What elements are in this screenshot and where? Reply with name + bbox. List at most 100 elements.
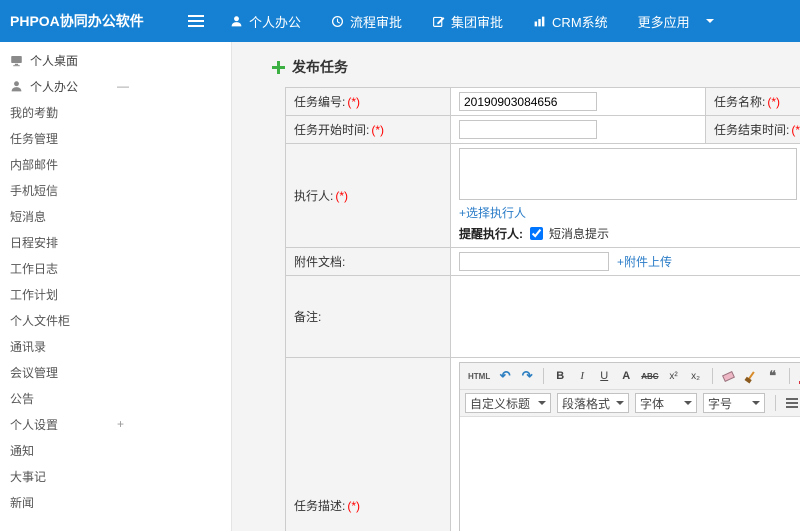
html-source-button[interactable]: HTML [465, 366, 493, 386]
subscript-button[interactable]: x₂ [686, 366, 706, 386]
sidebar-item-personal-office[interactable]: 个人办公 — [0, 73, 231, 99]
nav-group-approval[interactable]: 集团审批 [432, 12, 503, 31]
end-time-label: 任务结束时间: [714, 123, 790, 137]
sidebar-item-meeting-management[interactable]: 会议管理 [0, 359, 231, 385]
sidebar-item-announcement[interactable]: 公告 [0, 385, 231, 411]
choose-executor-link[interactable]: +选择执行人 [459, 204, 526, 221]
required-mark: (*) [347, 498, 361, 513]
sidebar-item-contacts[interactable]: 通讯录 [0, 333, 231, 359]
strikethrough-button[interactable]: ABC [638, 366, 661, 386]
sidebar: 个人桌面 个人办公 — 我的考勤 任务管理 内部邮件 手机短信 短消息 日程安排… [0, 42, 232, 531]
sidebar-item-news[interactable]: 新闻 [0, 489, 231, 515]
paragraph-format-select[interactable]: 段落格式 [557, 393, 629, 413]
font-family-select[interactable]: 字体 [635, 393, 697, 413]
editor-toolbar-row-2: 自定义标题 段落格式 字体 字号 [460, 390, 800, 417]
bold-button[interactable]: B [550, 366, 570, 386]
chevron-down-icon [684, 401, 692, 409]
description-label: 任务描述: [294, 498, 346, 513]
blockquote-button[interactable]: ❝ [763, 366, 783, 386]
sidebar-item-work-log[interactable]: 工作日志 [0, 255, 231, 281]
nav-personal-office[interactable]: 个人办公 [230, 12, 301, 31]
page-title: 发布任务 [292, 59, 348, 75]
toolbar-separator [711, 368, 713, 384]
sidebar-item-work-plan[interactable]: 工作计划 [0, 281, 231, 307]
menu-toggle-button[interactable] [178, 12, 214, 30]
collapse-toggle-icon[interactable]: — [117, 79, 129, 93]
required-mark: (*) [371, 123, 385, 137]
remind-executor-label: 提醒执行人: [459, 227, 523, 241]
remark-label: 备注: [294, 310, 322, 324]
sidebar-item-label: 工作计划 [10, 287, 59, 302]
sidebar-item-label: 内部邮件 [10, 157, 59, 172]
sidebar-item-notification[interactable]: 通知 [0, 437, 231, 463]
nav-process-approval[interactable]: 流程审批 [331, 12, 402, 31]
required-mark: (*) [767, 95, 781, 109]
redo-button[interactable]: ↷ [517, 366, 537, 386]
sidebar-item-label: 个人办公 [30, 79, 79, 94]
nav-label: 流程审批 [350, 14, 403, 30]
sidebar-item-personal-desktop[interactable]: 个人桌面 [0, 47, 231, 73]
italic-button[interactable]: I [572, 366, 592, 386]
sidebar-item-label: 会议管理 [10, 365, 59, 380]
page-header: 发布任务 [232, 42, 800, 87]
font-color-button[interactable]: A [796, 366, 800, 386]
attachment-label: 附件文档: [294, 255, 346, 269]
sidebar-item-personal-settings[interactable]: 个人设置 + [0, 411, 231, 437]
task-no-input[interactable] [459, 92, 597, 111]
executor-textarea[interactable] [459, 148, 797, 200]
sms-tip-checkbox[interactable] [530, 227, 543, 240]
font-family-value: 字体 [640, 396, 665, 411]
hamburger-icon [188, 15, 204, 27]
nav-crm-system[interactable]: CRM系统 [533, 12, 608, 31]
clock-icon [331, 15, 344, 27]
superscript-button[interactable]: x² [664, 366, 684, 386]
toolbar-separator [775, 395, 776, 411]
sidebar-item-short-message[interactable]: 短消息 [0, 203, 231, 229]
sidebar-item-mobile-sms[interactable]: 手机短信 [0, 177, 231, 203]
expand-toggle-icon[interactable]: + [117, 417, 124, 431]
chevron-down-icon [616, 401, 624, 409]
sidebar-item-label: 手机短信 [10, 183, 59, 198]
nav-label: 更多应用 [637, 14, 690, 30]
heading-select[interactable]: 自定义标题 [465, 393, 551, 413]
attachment-input[interactable] [459, 252, 609, 271]
row-task-number: 任务编号:(*) 任务名称:(*) [285, 87, 800, 116]
sidebar-item-file-cabinet[interactable]: 个人文件柜 [0, 307, 231, 333]
font-size-select[interactable]: 字号 [703, 393, 765, 413]
editor-content-area[interactable] [460, 417, 800, 531]
toolbar-separator [543, 368, 545, 384]
undo-button[interactable]: ↶ [495, 366, 515, 386]
row-description: 任务描述: (*) HTML ↶ ↷ B I U A ABC x² x₂ ❝ 自… [285, 357, 800, 531]
sidebar-item-label: 我的考勤 [10, 105, 59, 120]
top-navigation: 个人办公 流程审批 集团审批 CRM系统 更多应用 [230, 12, 714, 31]
chevron-down-icon [538, 401, 546, 409]
task-name-label: 任务名称: [714, 95, 766, 109]
heading-select-value: 自定义标题 [470, 396, 531, 411]
font-button[interactable]: A [616, 366, 636, 386]
sidebar-item-task-management[interactable]: 任务管理 [0, 125, 231, 151]
sidebar-item-label: 个人桌面 [30, 53, 79, 68]
sidebar-item-my-attendance[interactable]: 我的考勤 [0, 99, 231, 125]
main-content: 发布任务 任务编号:(*) 任务名称:(*) 任务开始时间:(*) 任务结束时间… [232, 42, 800, 531]
sidebar-item-label: 大事记 [10, 469, 47, 484]
nav-more-apps[interactable]: 更多应用 [638, 12, 714, 31]
remove-format-button[interactable] [719, 366, 739, 386]
start-time-input[interactable] [459, 120, 597, 139]
underline-button[interactable]: U [594, 366, 614, 386]
format-brush-button[interactable] [741, 366, 761, 386]
publish-task-form: 任务编号:(*) 任务名称:(*) 任务开始时间:(*) 任务结束时间:(*) … [285, 87, 800, 531]
edit-icon [433, 16, 445, 27]
app-brand: PHPOA协同办公软件 [10, 13, 144, 29]
sidebar-item-label: 公告 [10, 391, 35, 406]
align-left-icon [786, 398, 798, 408]
attachment-upload-link[interactable]: +附件上传 [617, 253, 672, 270]
row-attachment: 附件文档: +附件上传 [285, 247, 800, 276]
sidebar-item-schedule[interactable]: 日程安排 [0, 229, 231, 255]
sidebar-item-label: 任务管理 [10, 131, 59, 146]
align-left-button[interactable] [782, 393, 800, 413]
remark-textarea[interactable] [459, 280, 800, 350]
row-executor: 执行人: (*) +选择执行人 提醒执行人: 短消息提示 [285, 143, 800, 248]
sidebar-item-memorabilia[interactable]: 大事记 [0, 463, 231, 489]
sidebar-item-internal-mail[interactable]: 内部邮件 [0, 151, 231, 177]
toolbar-separator [788, 368, 790, 384]
